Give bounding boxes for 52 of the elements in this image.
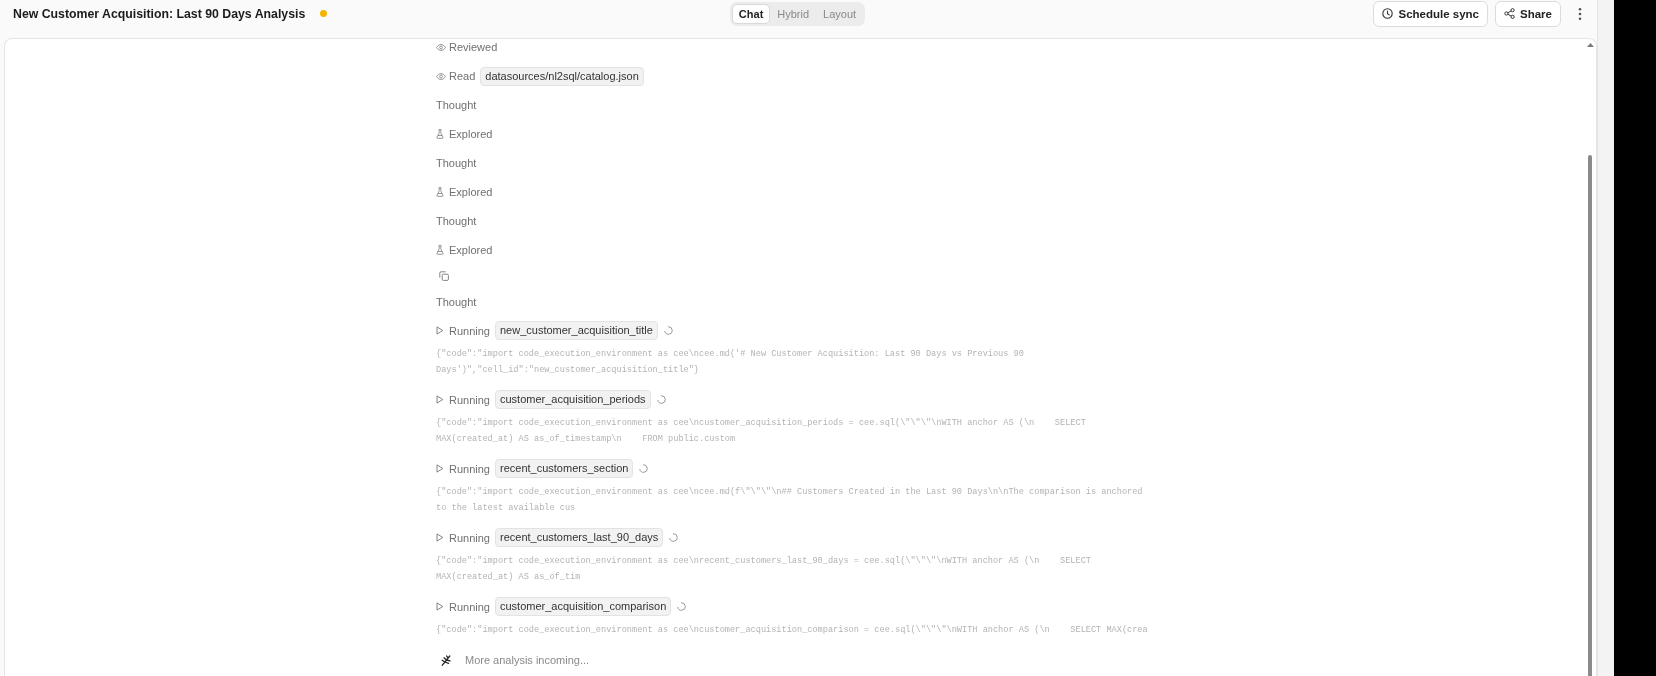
document-title: New Customer Acquisition: Last 90 Days Analysis — [13, 6, 306, 21]
code-tag: recent_customers_section — [495, 459, 634, 478]
step-label: Read — [449, 70, 476, 82]
step-label: Running — [449, 600, 490, 613]
flask-icon — [436, 245, 444, 255]
view-tab[interactable]: Chat — [731, 3, 771, 24]
step-label: Running — [449, 324, 490, 337]
code-preview: {"code":"import code_execution_environment as cee\nrecent_customers_last_90_days = cee.sql(\"\"\"\nWITH anchor AS (\n SELECT MAX(created_at) AS as_of_tim — [436, 555, 1092, 584]
step-label: Thought — [436, 157, 477, 169]
play-icon[interactable] — [436, 326, 444, 335]
flask-icon — [436, 187, 444, 197]
spinner-icon — [663, 326, 673, 335]
scrollbar-thumb[interactable] — [1587, 155, 1593, 676]
code-preview: {"code":"import code_execution_environment as cee\ncustomer_acquisition_periods = cee.sql(\"\"\"\nWITH anchor AS (\n SELECT MAX(created_at) AS as_of_timestamp\n FROM public.custom — [436, 417, 1087, 446]
code-tag: new_customer_acquisition_title — [495, 321, 658, 340]
more-icon[interactable] — [1578, 6, 1582, 21]
step-label: Reviewed — [449, 41, 498, 53]
step-label: Thought — [436, 295, 477, 308]
step-label: Thought — [436, 215, 477, 227]
step-label: Running — [449, 531, 490, 544]
code-preview: {"code":"import code_execution_environment as cee\ncee.md('# New Customer Acquisition: Last 90 Days vs Previous 90 Days')","cell_id":"new_customer_acquisition_title"} — [436, 348, 1025, 377]
code-tag: customer_acquisition_comparison — [495, 597, 672, 616]
share-icon — [1504, 8, 1516, 19]
step-label: Thought — [436, 99, 477, 111]
share-button[interactable]: Share — [1495, 0, 1561, 27]
spinner-icon — [656, 395, 666, 404]
step-label: Explored — [449, 186, 493, 198]
feather-icon — [441, 654, 451, 666]
status-text: More analysis incoming... — [465, 654, 590, 666]
spinner-icon — [669, 533, 679, 542]
play-icon[interactable] — [436, 395, 444, 404]
code-tag: datasources/nl2sql/catalog.json — [480, 66, 644, 86]
up-triangle-icon[interactable] — [1586, 43, 1594, 47]
step-label: Running — [449, 462, 490, 475]
copy-icon[interactable] — [439, 270, 449, 281]
eye-icon — [436, 43, 446, 51]
play-icon[interactable] — [436, 464, 444, 473]
step-label: Running — [449, 393, 490, 406]
code-preview: {"code":"import code_execution_environment as cee\ncustomer_acquisition_comparison = cee.sql(\"\"\"\nWITH anchor AS (\n SELECT MAX(crea — [436, 624, 1149, 637]
schedule-button[interactable]: Schedule sync — [1373, 0, 1489, 27]
spinner-icon — [639, 464, 649, 473]
clock-icon — [1382, 8, 1394, 19]
flask-icon — [436, 129, 444, 139]
code-preview: {"code":"import code_execution_environment as cee\ncee.md(f\"\"\"\n## Customers Created in the Last 90 Days\n\nThe comparison is anchored to the latest available cus — [436, 486, 1144, 515]
code-tag: customer_acquisition_periods — [495, 390, 651, 409]
step-label: Explored — [449, 244, 493, 256]
play-icon[interactable] — [436, 533, 444, 542]
code-tag: recent_customers_last_90_days — [495, 528, 664, 547]
step-label: Explored — [449, 128, 493, 140]
spinner-icon — [677, 602, 687, 611]
play-icon[interactable] — [436, 602, 444, 611]
eye-icon — [436, 72, 446, 80]
